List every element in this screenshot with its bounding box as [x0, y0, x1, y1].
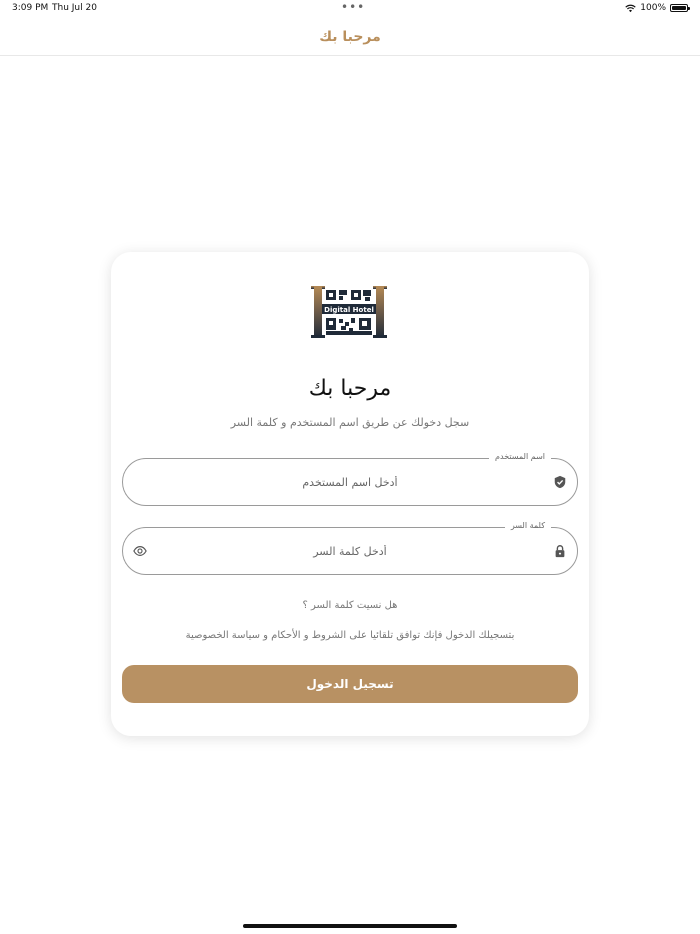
status-date: Thu Jul 20 [52, 3, 97, 13]
nav-bar: مرحبا بك [0, 18, 700, 56]
logo-text: Digital Hotel [324, 306, 374, 314]
battery-icon [670, 4, 690, 12]
username-input[interactable] [153, 459, 547, 505]
shield-check-icon [554, 475, 566, 489]
password-field[interactable]: كلمة السر [122, 521, 578, 575]
nav-title: مرحبا بك [319, 28, 381, 45]
terms-text: بتسجيلك الدخول فإنك توافق تلقائيا على ال… [185, 630, 515, 641]
lock-icon [555, 545, 565, 558]
login-card: Digital Hotel مرحبا بك سجل دخولك عن طريق… [111, 252, 589, 736]
forgot-password-link[interactable]: هل نسيت كلمة السر ؟ [111, 600, 589, 611]
multitasking-dots-icon[interactable]: ••• [341, 0, 365, 14]
status-right: 100% [625, 3, 690, 13]
password-input[interactable] [153, 528, 547, 574]
digital-hotel-logo: Digital Hotel [311, 286, 387, 338]
home-indicator[interactable] [243, 924, 457, 928]
welcome-heading: مرحبا بك [308, 376, 392, 401]
status-time: 3:09 PM [12, 3, 49, 13]
username-field[interactable]: اسم المستخدم [122, 452, 578, 506]
eye-icon[interactable] [133, 544, 147, 558]
login-button[interactable]: تسجيل الدخول [122, 665, 578, 703]
status-bar: 3:09 PM Thu Jul 20 ••• 100% [0, 0, 700, 18]
wifi-icon [625, 4, 636, 12]
login-subtitle: سجل دخولك عن طريق اسم المستخدم و كلمة ال… [230, 416, 470, 429]
battery-percent: 100% [640, 3, 666, 13]
